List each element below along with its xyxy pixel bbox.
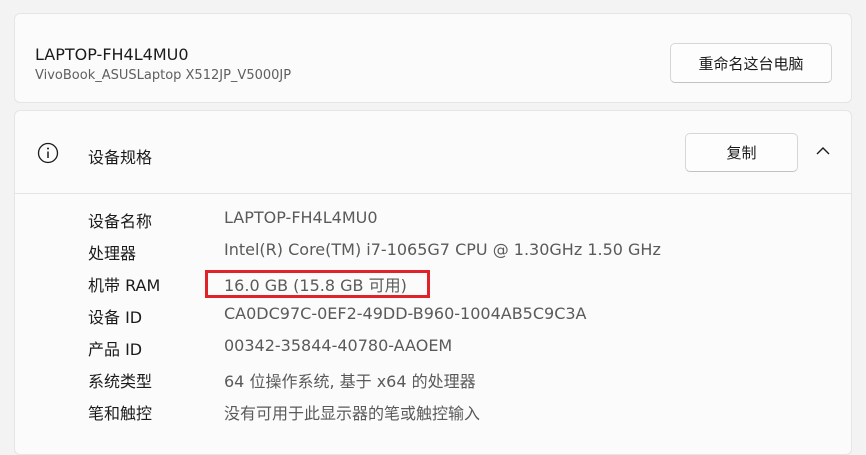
device-specs-header[interactable]: 设备规格 复制	[15, 111, 851, 194]
copy-button[interactable]: 复制	[685, 133, 798, 172]
spec-label: 产品 ID	[88, 340, 143, 359]
spec-value: CA0DC97C-0EF2-49DD-B960-1004AB5C9C3A	[224, 304, 587, 323]
spec-row-processor: 处理器 Intel(R) Core(TM) i7-1065G7 CPU @ 1.…	[88, 240, 661, 266]
device-specs-card: 设备规格 复制 设备名称 LAPTOP-FH4L4MU0 处理器 Intel(R…	[14, 110, 852, 455]
spec-row-system-type: 系统类型 64 位操作系统, 基于 x64 的处理器	[88, 368, 476, 394]
spec-label: 机带 RAM	[88, 276, 161, 295]
info-icon	[37, 142, 59, 164]
spec-value: 没有可用于此显示器的笔或触控输入	[224, 404, 481, 423]
spec-label: 设备 ID	[88, 308, 143, 327]
device-name: LAPTOP-FH4L4MU0	[35, 45, 189, 64]
spec-row-device-name: 设备名称 LAPTOP-FH4L4MU0	[88, 208, 378, 234]
device-specs-title: 设备规格	[88, 148, 153, 167]
spec-label: 笔和触控	[88, 404, 153, 423]
spec-label: 设备名称	[88, 212, 153, 231]
spec-row-pen-touch: 笔和触控 没有可用于此显示器的笔或触控输入	[88, 400, 480, 426]
spec-value: 00342-35844-40780-AAOEM	[224, 336, 453, 355]
spec-row-device-id: 设备 ID CA0DC97C-0EF2-49DD-B960-1004AB5C9C…	[88, 304, 587, 330]
spec-label: 处理器	[88, 244, 137, 263]
device-model: VivoBook_ASUSLaptop X512JP_V5000JP	[35, 68, 292, 83]
spec-value: Intel(R) Core(TM) i7-1065G7 CPU @ 1.30GH…	[224, 240, 661, 259]
spec-row-product-id: 产品 ID 00342-35844-40780-AAOEM	[88, 336, 452, 362]
chevron-up-icon[interactable]	[814, 142, 832, 160]
ram-highlight-box	[205, 270, 430, 298]
spec-label: 系统类型	[88, 372, 153, 391]
device-card: LAPTOP-FH4L4MU0 VivoBook_ASUSLaptop X512…	[14, 13, 852, 103]
spec-value: LAPTOP-FH4L4MU0	[224, 208, 378, 227]
rename-pc-button[interactable]: 重命名这台电脑	[670, 43, 832, 83]
spec-value: 64 位操作系统, 基于 x64 的处理器	[224, 372, 476, 391]
